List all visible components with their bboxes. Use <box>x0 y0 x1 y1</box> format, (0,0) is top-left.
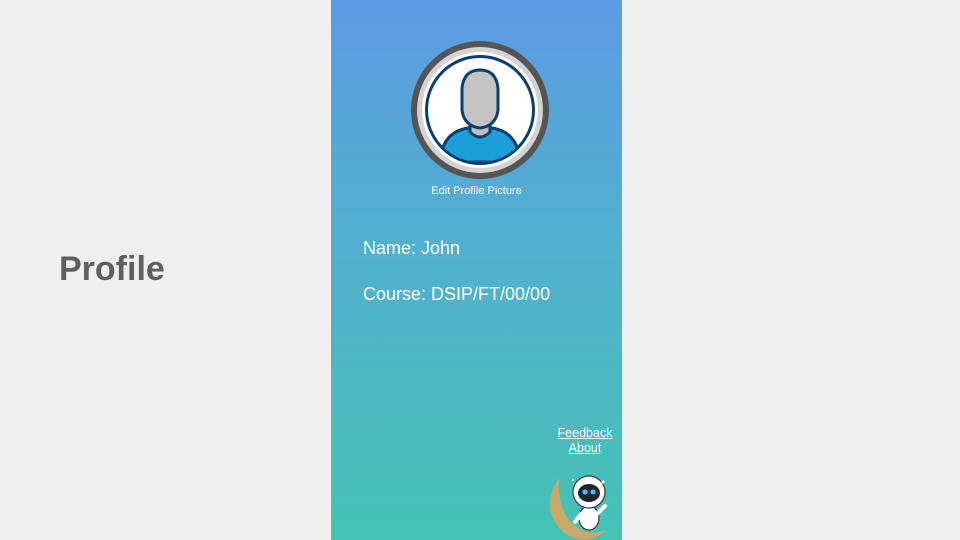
astronaut-moon-logo-icon <box>549 475 607 540</box>
profile-picture[interactable] <box>410 40 550 180</box>
profile-course: Course: DSIP/FT/00/00 <box>363 284 551 304</box>
profile-name: Name: John <box>363 238 461 258</box>
user-avatar-icon <box>411 41 549 179</box>
phone-screen: Edit Profile Picture Name: John Course: … <box>331 0 622 540</box>
feedback-link[interactable]: Feedback <box>550 426 620 440</box>
edit-profile-picture-link[interactable]: Edit Profile Picture <box>331 185 622 197</box>
about-link[interactable]: About <box>550 441 620 455</box>
slide-title: Profile <box>59 250 165 288</box>
app-logo <box>545 468 617 540</box>
